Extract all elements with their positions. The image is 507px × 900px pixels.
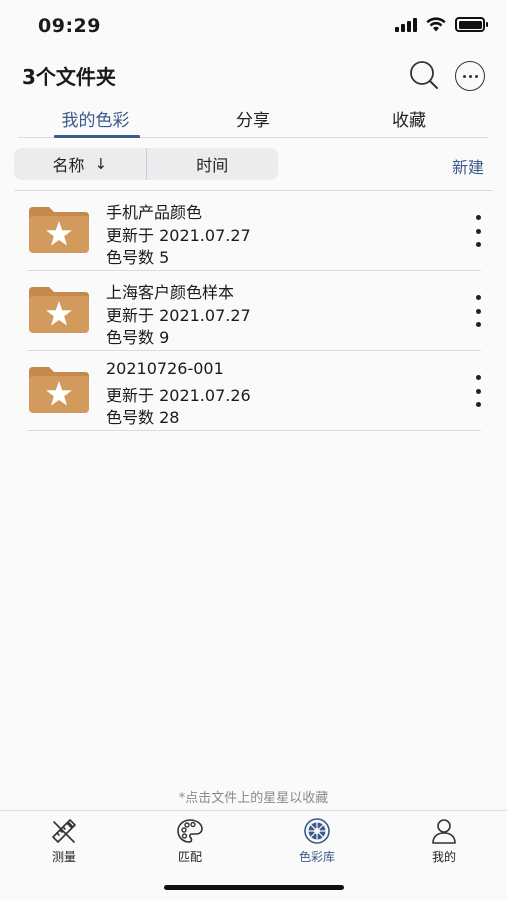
sort-by-name-button[interactable]: 名称 ↓ (14, 148, 146, 180)
tabbar-item-profile[interactable]: 我的 (404, 817, 484, 865)
folder-updated-date: 更新于 2021.07.27 (106, 226, 251, 245)
starred-folder-icon[interactable] (27, 365, 91, 415)
wifi-icon (426, 17, 446, 32)
folder-tabs: 我的色彩 分享 收藏 (18, 104, 488, 138)
search-icon (410, 61, 438, 89)
tabbar-item-measure[interactable]: 测量 (24, 817, 104, 865)
search-button[interactable] (406, 57, 442, 93)
tabbar-label-profile: 我的 (431, 850, 456, 864)
tab-share[interactable]: 分享 (218, 106, 288, 131)
tab-favorites[interactable]: 收藏 (374, 106, 444, 131)
starred-folder-icon[interactable] (27, 285, 91, 335)
status-bar: 09:29 (0, 0, 507, 52)
folder-name: 手机产品颜色 (106, 203, 203, 222)
folder-row[interactable]: 20210726-001 更新于 2021.07.26 色号数 28 (0, 351, 507, 431)
status-icons (395, 17, 488, 32)
measure-icon (52, 819, 76, 843)
tab-my-colors[interactable]: 我的色彩 (48, 106, 143, 131)
new-folder-button[interactable]: 新建 (452, 154, 484, 178)
folder-name: 上海客户颜色样本 (106, 283, 235, 302)
folder-color-count: 色号数 28 (106, 408, 180, 427)
folder-row[interactable]: 手机产品颜色更新于 2021.07.27 色号数 5 (0, 191, 507, 271)
active-tab-indicator (54, 135, 140, 138)
row-more-button[interactable] (470, 291, 486, 331)
kebab-icon (475, 215, 481, 220)
page-title: 3个文件夹 (22, 65, 116, 89)
sort-arrow-icon: ↓ (94, 155, 108, 173)
folder-color-count: 色号数 9 (106, 328, 170, 347)
row-more-button[interactable] (470, 211, 486, 251)
kebab-icon (475, 375, 481, 380)
tabbar-label-color-library: 色彩库 (298, 850, 335, 864)
folder-updated-date: 更新于 2021.07.26 (106, 386, 251, 405)
sort-by-time-button[interactable]: 时间 (145, 148, 279, 180)
kebab-icon (475, 295, 481, 300)
color-library-icon (304, 818, 330, 844)
sort-name-label: 名称 (52, 156, 85, 175)
palette-icon (177, 819, 203, 843)
more-options-button[interactable] (455, 61, 485, 91)
favorite-hint: *点击文件上的星星以收藏 (178, 791, 329, 806)
more-icon (462, 74, 466, 78)
folder-updated-date: 更新于 2021.07.27 (106, 306, 251, 325)
cellular-signal-icon (395, 17, 417, 32)
tabbar-item-color-library[interactable]: 色彩库 (277, 817, 357, 865)
folder-row[interactable]: 上海客户颜色样本 更新于 2021.07.27 色号数 9 (0, 271, 507, 351)
tabbar-label-measure: 测量 (51, 850, 76, 864)
starred-folder-icon[interactable] (27, 205, 91, 255)
home-indicator (164, 885, 344, 890)
status-time: 09:29 (38, 15, 101, 37)
battery-icon (455, 17, 488, 32)
row-divider (27, 430, 481, 431)
sort-time-label: 时间 (196, 156, 229, 175)
row-more-button[interactable] (470, 371, 486, 411)
profile-icon (432, 819, 456, 844)
folder-color-count: 色号数 5 (106, 248, 170, 267)
sort-segmented-control: 名称 ↓ 时间 (14, 148, 278, 180)
tabbar-label-match: 匹配 (177, 850, 202, 864)
folder-name: 20210726-001 (106, 359, 224, 378)
tabbar-item-match[interactable]: 匹配 (150, 817, 230, 865)
